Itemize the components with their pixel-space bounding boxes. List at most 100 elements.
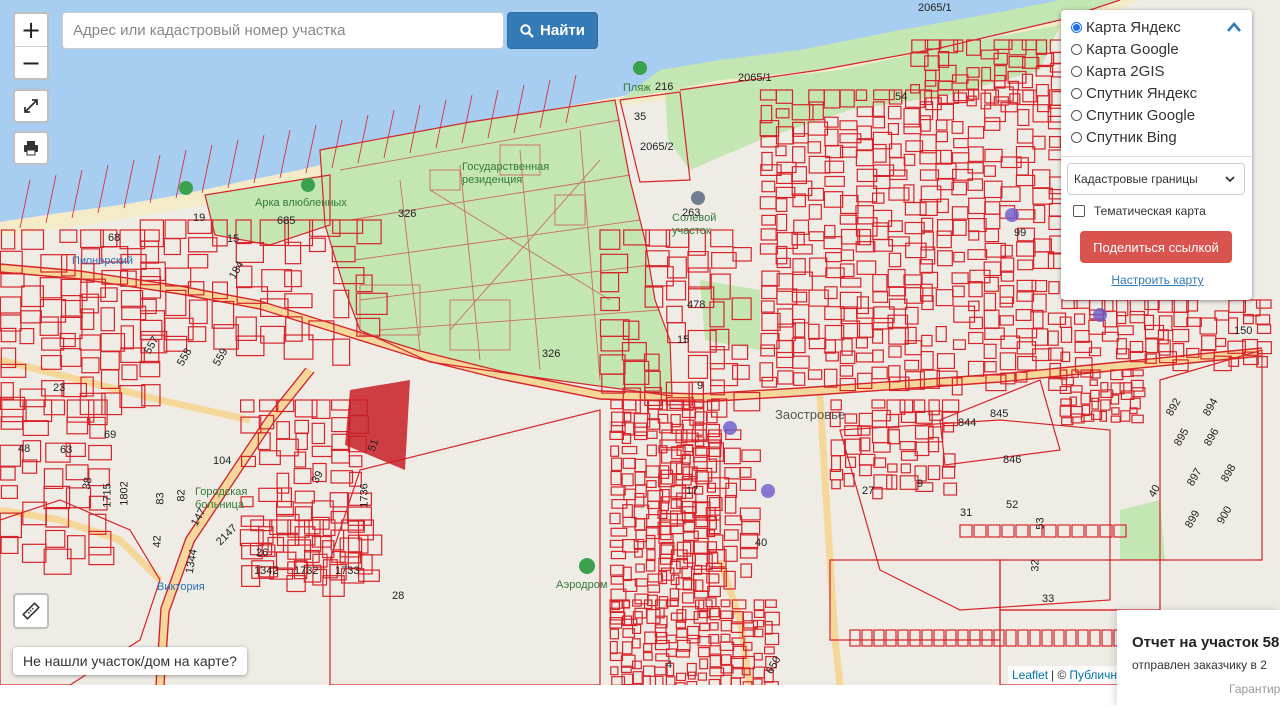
attribution-separator: | © — [1051, 668, 1067, 682]
parcel-number: 53 — [1034, 517, 1047, 530]
basemap-option[interactable]: Спутник Bing — [1071, 126, 1244, 148]
print-button[interactable] — [13, 131, 49, 165]
basemap-option[interactable]: Карта Google — [1071, 38, 1244, 60]
zoom-in-button[interactable]: + — [15, 14, 47, 46]
radio-icon — [1071, 87, 1082, 99]
parcel-number: 845 — [990, 408, 1009, 420]
parcel-number: 9 — [697, 380, 704, 392]
basemap-option-label: Карта Яндекс — [1086, 18, 1181, 36]
parcel-number: 32 — [1029, 559, 1042, 572]
chevron-down-icon — [1225, 176, 1235, 183]
fullscreen-button[interactable] — [13, 89, 49, 123]
expand-icon — [15, 91, 47, 121]
parcel-number: 38 — [80, 476, 95, 491]
public-map-link[interactable]: Публичн — [1069, 668, 1117, 682]
radio-icon — [1071, 65, 1082, 77]
parcel-number: 69 — [104, 429, 117, 441]
parcel-number: 40 — [755, 537, 768, 549]
not-found-button[interactable]: Не нашли участок/дом на карте? — [13, 647, 247, 675]
parcel-number: 216 — [655, 81, 674, 93]
parcel-number: 478 — [687, 299, 706, 311]
park-area — [320, 100, 672, 396]
parcel-number: 99 — [1014, 227, 1027, 239]
place-label: Аэродром — [556, 579, 608, 591]
parcel-number: 15 — [677, 334, 690, 346]
parcel-number: 42 — [151, 535, 164, 548]
find-button[interactable]: Найти — [507, 12, 598, 49]
overlay-select-value: Кадастровые границы — [1074, 172, 1198, 186]
radio-icon — [1071, 131, 1082, 143]
parcel-number: 1733 — [335, 565, 360, 577]
parcel-number: 1802 — [118, 481, 131, 506]
basemap-option-label: Спутник Bing — [1086, 128, 1177, 146]
parcel-number: 27 — [862, 485, 875, 497]
zoom-out-button[interactable]: − — [15, 46, 47, 79]
parcel-number: 4 — [666, 659, 673, 671]
parcel-number: 9 — [917, 478, 924, 490]
parcel-number: 844 — [958, 417, 977, 429]
parcel-number: 68 — [108, 232, 121, 244]
radio-icon — [1071, 21, 1082, 33]
place-label: Пляж — [623, 82, 651, 94]
parcel-number: 15 — [227, 233, 240, 245]
divider — [1061, 156, 1252, 157]
place-label: Виктория — [157, 581, 205, 593]
notification-subtitle: отправлен заказчику в 2 — [1132, 658, 1267, 672]
search-input[interactable] — [62, 12, 504, 49]
parcel-number: 48 — [18, 443, 31, 455]
parcel-number: 52 — [1006, 499, 1019, 511]
parcel-number: 846 — [1003, 454, 1022, 466]
overlay-select[interactable]: Кадастровые границы — [1067, 163, 1245, 195]
search-icon — [520, 23, 534, 38]
basemap-option-label: Карта Google — [1086, 40, 1179, 58]
parcel-number: 263 — [682, 207, 701, 219]
basemap-option-label: Спутник Google — [1086, 106, 1196, 124]
place-label: Городская больница — [195, 486, 248, 511]
parcel-number: 104 — [213, 455, 232, 467]
ruler-icon — [22, 602, 40, 620]
basemap-option[interactable]: Спутник Яндекс — [1071, 82, 1244, 104]
place-label: Государственная резиденция — [462, 161, 550, 186]
basemap-option[interactable]: Карта Яндекс — [1071, 16, 1244, 38]
parcel-number: 28 — [392, 590, 405, 602]
parcel-number: 35 — [634, 111, 647, 123]
report-notification[interactable]: Отчет на участок 58 отправлен заказчику … — [1117, 610, 1280, 706]
place-label: Арка влюбленных — [255, 197, 347, 209]
parcel-number: 1732 — [294, 565, 319, 577]
parcel-number: 150 — [1234, 325, 1253, 337]
parcel-number: 2065/2 — [640, 141, 674, 153]
printer-icon — [15, 133, 47, 163]
place-label: Заостровье — [775, 407, 846, 422]
parcel-number: 1736 — [358, 483, 371, 508]
parcel-number: 83 — [154, 492, 167, 505]
leaflet-link[interactable]: Leaflet — [1012, 668, 1048, 682]
find-button-label: Найти — [540, 22, 585, 39]
layers-panel: Карта Яндекс Карта Google Карта 2GIS Спутни… — [1061, 10, 1252, 300]
parcel-number: 26 — [256, 547, 269, 559]
parcel-number: 326 — [398, 208, 417, 220]
radio-icon — [1071, 43, 1082, 55]
parcel-number: 54 — [895, 91, 908, 103]
radio-icon — [1071, 109, 1082, 121]
basemap-option-label: Карта 2GIS — [1086, 62, 1165, 80]
map-attribution: Leaflet | © Публичн — [1008, 666, 1128, 684]
basemap-option[interactable]: Спутник Google — [1071, 104, 1244, 126]
configure-map-link[interactable]: Настроить карту — [1071, 273, 1244, 287]
map-canvas[interactable]: Пионерский Государственная резиденция Ар… — [0, 0, 1280, 685]
parcel-number: 1342 — [254, 565, 279, 577]
parcel-number: 1715 — [101, 483, 114, 508]
parcel-number: 685 — [277, 215, 296, 227]
share-link-button[interactable]: Поделиться ссылкой — [1080, 231, 1232, 263]
parcel-number: 82 — [175, 489, 188, 502]
parcel-number: 33 — [1042, 593, 1055, 605]
thematic-map-checkbox[interactable]: Тематическая карта — [1071, 204, 1244, 218]
measure-button[interactable] — [13, 593, 49, 629]
notification-title: Отчет на участок 58 — [1132, 634, 1280, 651]
basemap-option[interactable]: Карта 2GIS — [1071, 60, 1244, 82]
green-area-se — [1120, 500, 1165, 560]
parcel-number: 2065/1 — [918, 2, 952, 14]
dense-parcel-block — [345, 380, 410, 470]
parcel-number: 63 — [60, 444, 73, 456]
checkbox-box — [1073, 205, 1085, 217]
chevron-up-icon[interactable] — [1226, 20, 1242, 34]
